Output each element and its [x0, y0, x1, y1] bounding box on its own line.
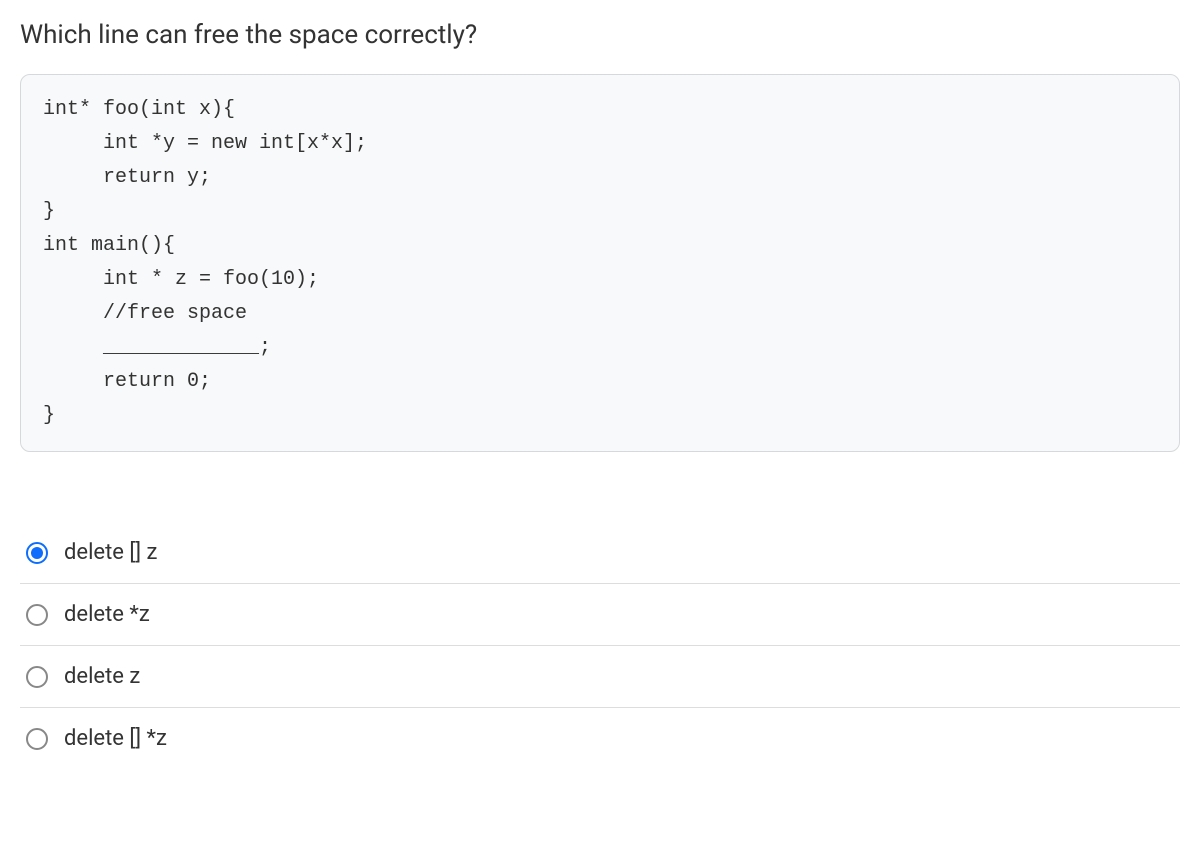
answer-option-1[interactable]: delete *z [20, 584, 1180, 646]
answer-label: delete *z [64, 602, 150, 627]
answer-list: delete [] z delete *z delete z delete []… [20, 522, 1180, 769]
answer-label: delete z [64, 664, 140, 689]
radio-icon [26, 666, 48, 688]
radio-icon [26, 728, 48, 750]
answer-option-0[interactable]: delete [] z [20, 522, 1180, 584]
radio-icon [26, 542, 48, 564]
answer-option-3[interactable]: delete [] *z [20, 708, 1180, 769]
answer-label: delete [] z [64, 540, 157, 565]
question-text: Which line can free the space correctly? [20, 20, 1180, 50]
answer-label: delete [] *z [64, 726, 167, 751]
radio-icon [26, 604, 48, 626]
answer-option-2[interactable]: delete z [20, 646, 1180, 708]
code-block: int* foo(int x){ int *y = new int[x*x]; … [20, 74, 1180, 452]
